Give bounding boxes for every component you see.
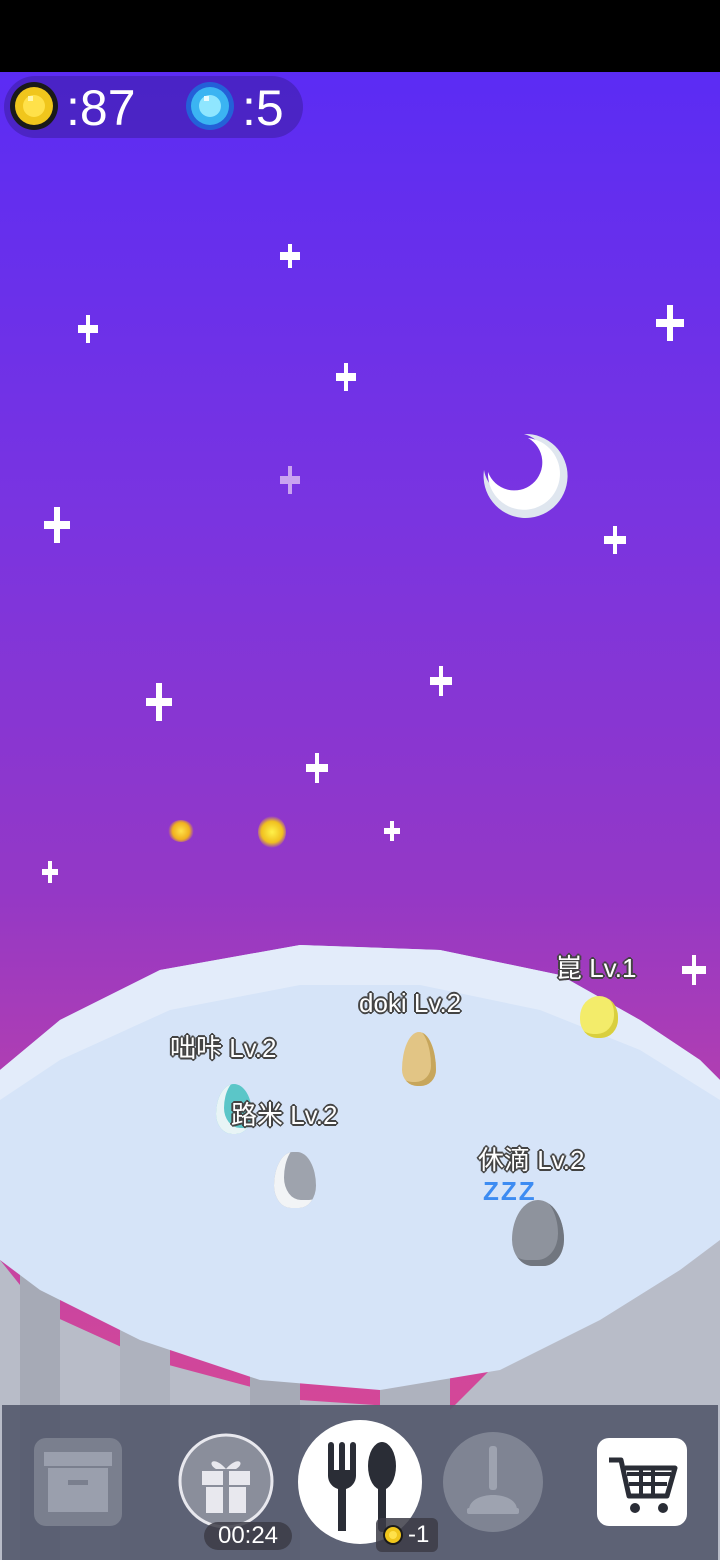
pet-yellow-blob[interactable] — [580, 996, 618, 1038]
gold-coin-icon — [383, 1525, 403, 1545]
gift-icon[interactable] — [178, 1433, 274, 1529]
star-icon — [42, 861, 58, 883]
shopping-cart-icon[interactable] — [597, 1438, 687, 1526]
feed-cost-value: -1 — [408, 1521, 430, 1548]
pet-name-label: 咄咔 Lv.2 — [170, 1033, 277, 1063]
plunger-icon[interactable] — [443, 1432, 543, 1532]
sleep-indicator: ZZZ — [483, 1176, 537, 1206]
star-icon — [336, 363, 356, 391]
star-icon — [604, 526, 626, 554]
pet-name-label: doki Lv.2 — [359, 988, 462, 1018]
gold-coin-icon — [10, 82, 58, 130]
status-bar — [0, 0, 720, 72]
star-icon — [44, 507, 70, 543]
star-icon — [78, 315, 98, 343]
star-icon — [656, 305, 684, 341]
star-icon — [306, 753, 328, 783]
firefly-glow — [258, 816, 286, 848]
firefly-glow — [168, 820, 194, 842]
star-icon — [384, 821, 400, 841]
moon-icon — [483, 433, 568, 518]
pet-name-label: 崑 Lv.1 — [556, 953, 637, 983]
star-icon — [280, 244, 300, 268]
pet-name-label: 路米 Lv.2 — [231, 1100, 338, 1130]
blue-gem-icon — [186, 82, 234, 130]
pet-name-label: 休滴 Lv.2 — [478, 1145, 585, 1175]
feed-cost-badge: -1 — [376, 1518, 438, 1552]
storage-box-icon[interactable] — [34, 1438, 122, 1526]
gem-count: :5 — [242, 80, 284, 136]
gold-count: :87 — [66, 80, 136, 136]
star-icon — [280, 466, 300, 494]
gift-timer: 00:24 — [204, 1522, 292, 1550]
pet-gray-creature[interactable] — [274, 1152, 316, 1208]
star-icon — [146, 683, 172, 721]
star-icon — [430, 666, 452, 696]
